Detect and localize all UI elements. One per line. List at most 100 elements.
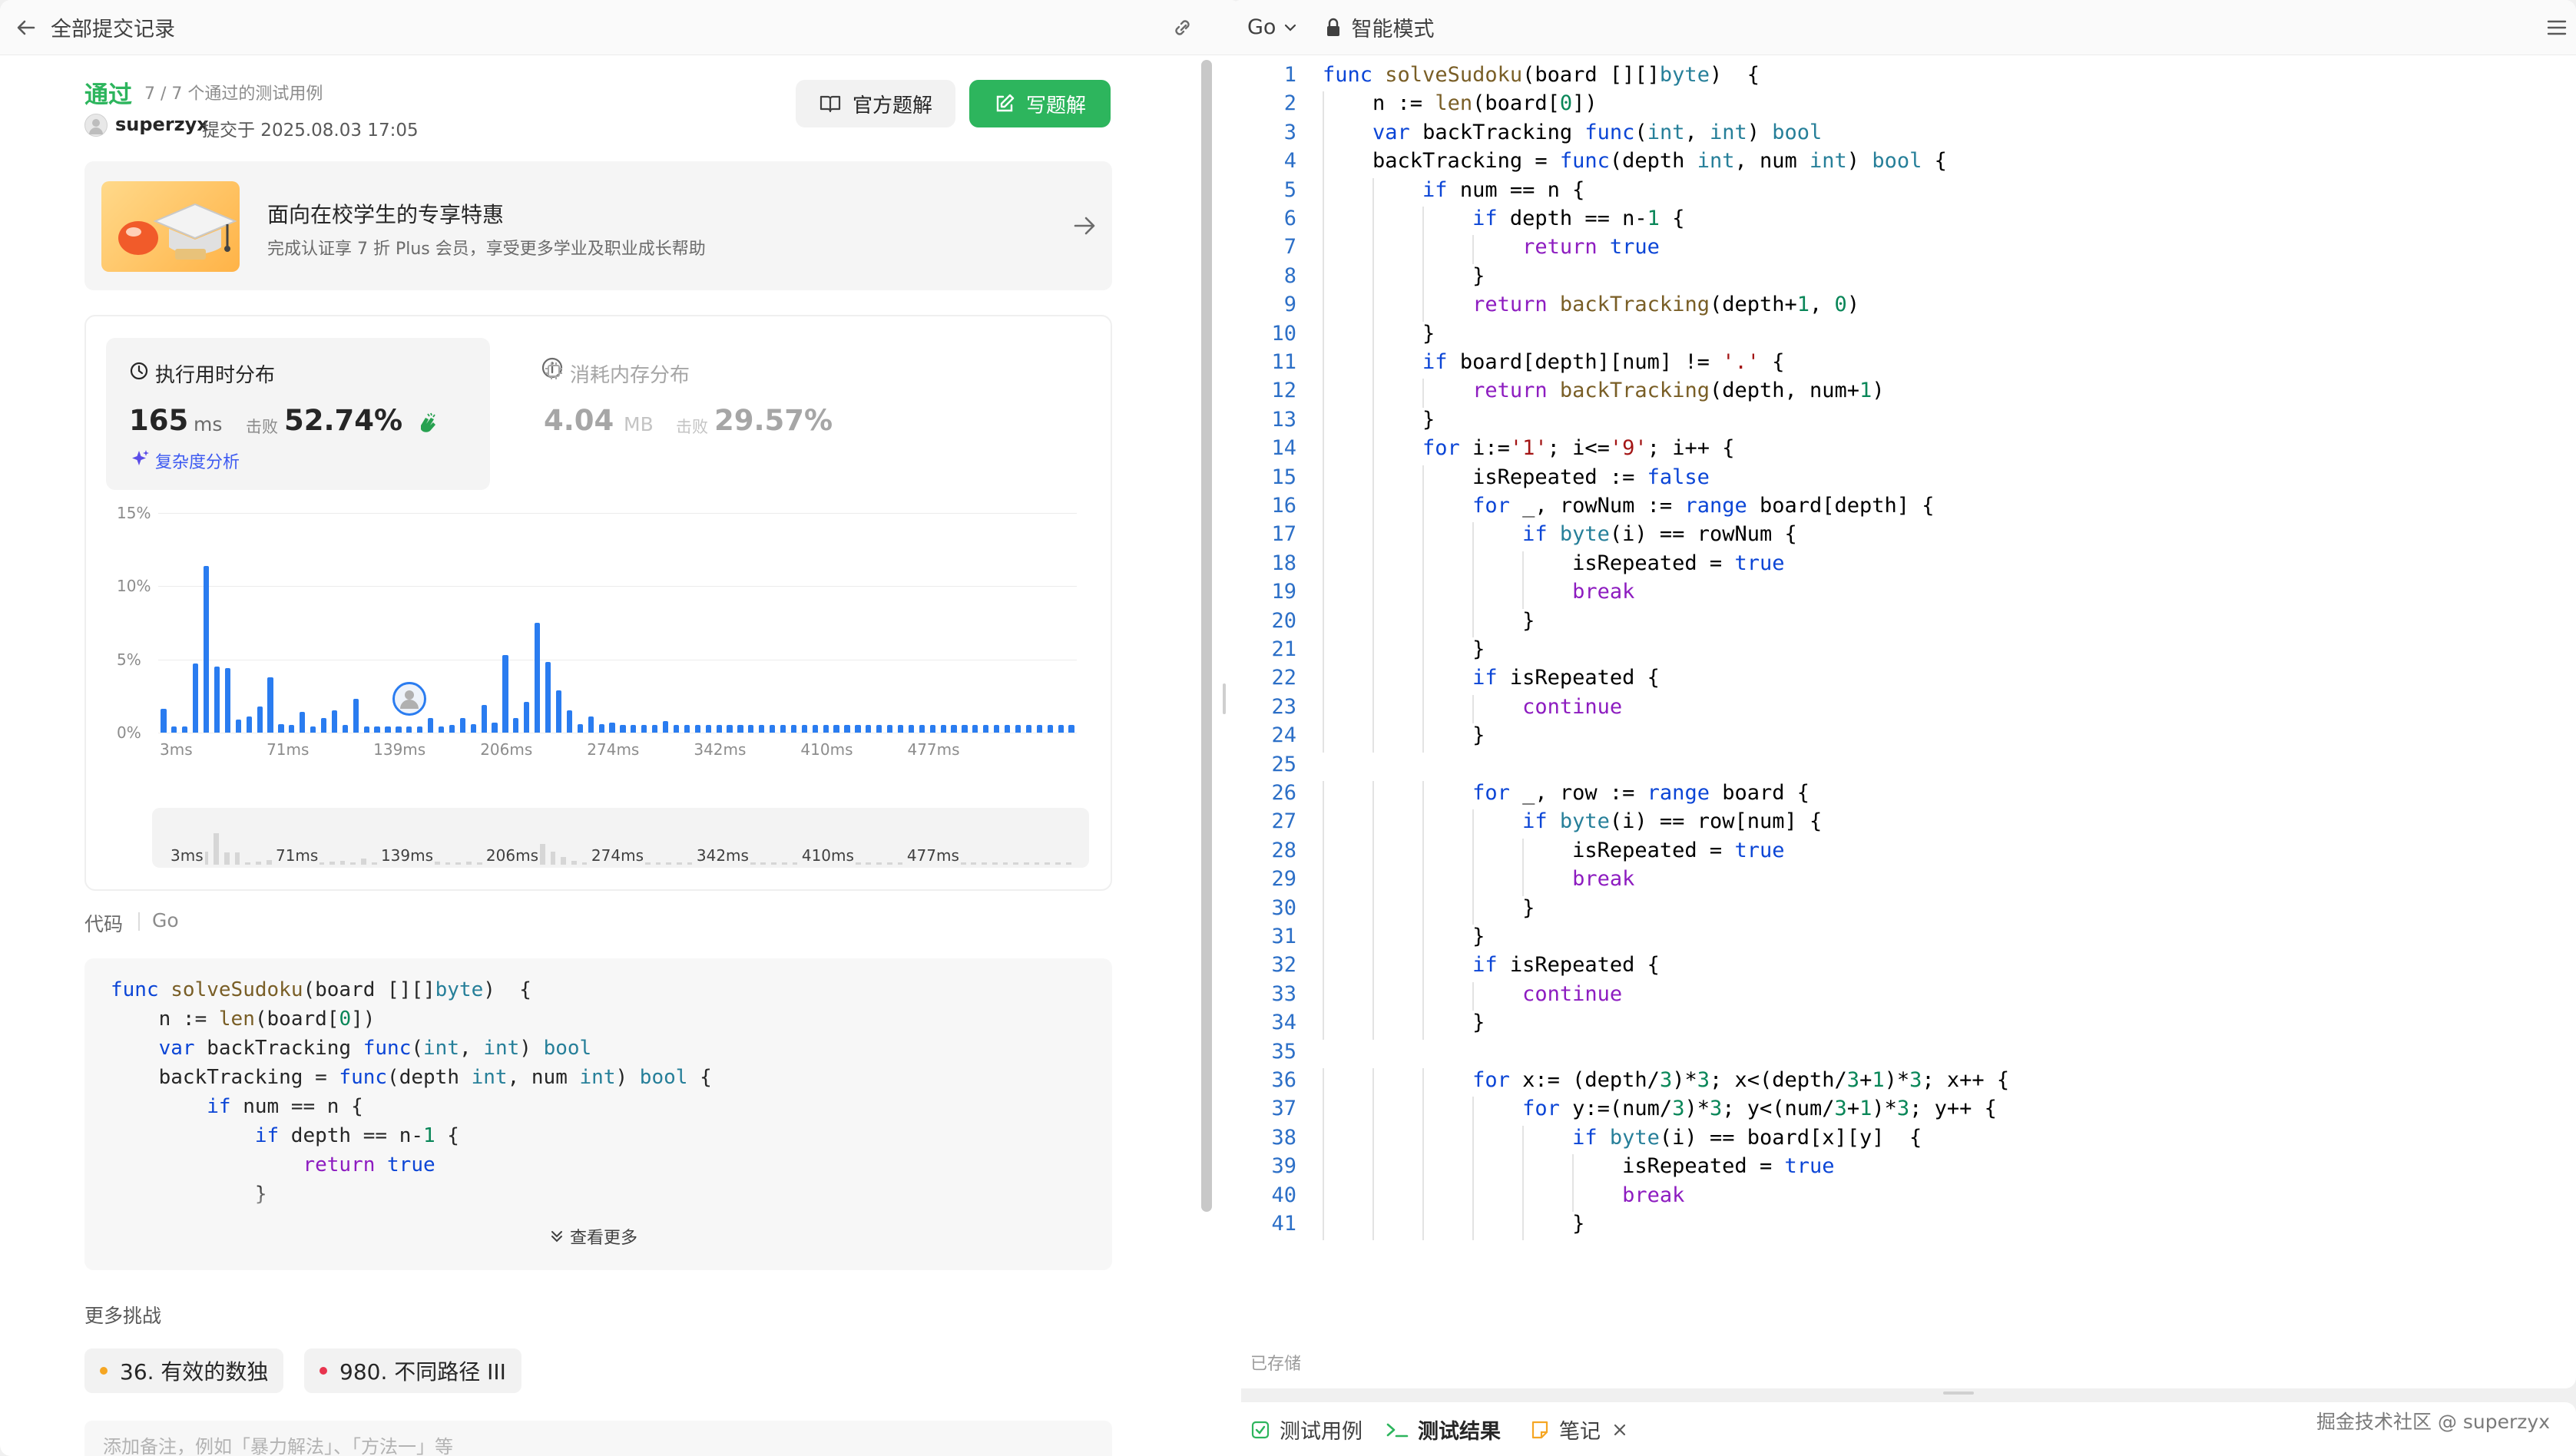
runtime-bar[interactable] (919, 725, 925, 733)
tab-test-cases[interactable]: 测试用例 (1250, 1415, 1362, 1444)
runtime-bar[interactable] (363, 726, 369, 733)
runtime-bar[interactable] (716, 725, 722, 733)
code-line[interactable]: } (1323, 1011, 1485, 1034)
runtime-bar[interactable] (855, 725, 861, 733)
runtime-bar[interactable] (1015, 725, 1021, 733)
runtime-bar[interactable] (320, 717, 327, 733)
code-line[interactable]: return backTracking(depth, num+1) (1323, 379, 1885, 402)
code-line[interactable]: } (1323, 264, 1485, 288)
runtime-bar[interactable] (823, 725, 829, 733)
code-line[interactable]: } (1323, 637, 1485, 661)
tab-notes[interactable]: 笔记 (1530, 1415, 1628, 1444)
runtime-bar[interactable] (1047, 725, 1053, 733)
runtime-bar[interactable] (502, 654, 508, 733)
close-icon[interactable] (1611, 1421, 1628, 1438)
code-line[interactable]: } (1323, 322, 1435, 346)
runtime-bar[interactable] (535, 623, 541, 733)
runtime-bar[interactable] (470, 723, 476, 733)
runtime-bar[interactable] (770, 725, 776, 733)
runtime-bar[interactable] (203, 565, 210, 733)
runtime-bar[interactable] (662, 720, 669, 733)
runtime-bar[interactable] (428, 717, 434, 733)
runtime-bar[interactable] (673, 725, 680, 733)
runtime-bar[interactable] (983, 725, 989, 733)
runtime-bar[interactable] (555, 690, 562, 733)
runtime-bar[interactable] (342, 725, 348, 733)
challenge-chip-2[interactable]: 980. 不同路径 III (304, 1348, 521, 1393)
code-line[interactable]: n := len(board[0]) (1323, 91, 1598, 115)
runtime-bar[interactable] (790, 725, 797, 733)
back-arrow-icon[interactable] (15, 16, 38, 39)
runtime-bar[interactable] (235, 719, 241, 733)
code-line[interactable]: } (1323, 925, 1485, 948)
runtime-bar[interactable] (801, 725, 807, 733)
runtime-bar[interactable] (331, 710, 338, 733)
memory-tab[interactable]: 消耗内存分布 4.04 MB 击败 29.57% (521, 338, 905, 490)
runtime-bar[interactable] (866, 725, 872, 733)
runtime-bar[interactable] (300, 712, 306, 733)
runtime-bar[interactable] (481, 704, 487, 733)
runtime-bar[interactable] (1004, 725, 1011, 733)
arrow-right-icon[interactable] (1071, 212, 1098, 243)
runtime-bar[interactable] (994, 725, 1000, 733)
code-line[interactable]: } (1323, 408, 1435, 432)
runtime-bar[interactable] (598, 723, 604, 733)
runtime-bar[interactable] (876, 725, 882, 733)
challenge-chip-1[interactable]: 36. 有效的数独 (84, 1348, 284, 1393)
runtime-bar[interactable] (844, 725, 850, 733)
runtime-bar[interactable] (257, 706, 263, 733)
code-line[interactable]: break (1323, 1183, 1684, 1207)
panel-splitter[interactable] (1223, 683, 1226, 714)
code-line[interactable]: } (1323, 609, 1535, 633)
tab-test-results[interactable]: 测试结果 (1386, 1415, 1501, 1444)
runtime-bar[interactable] (182, 726, 188, 733)
runtime-bar[interactable] (161, 709, 167, 733)
code-line[interactable]: backTracking = func(depth int, num int) … (1323, 149, 1947, 173)
link-icon[interactable] (1170, 15, 1197, 43)
code-line[interactable]: if byte(i) == board[x][y] { (1323, 1126, 1922, 1150)
runtime-bar[interactable] (812, 725, 818, 733)
runtime-bar[interactable] (1025, 725, 1032, 733)
runtime-bar[interactable] (1068, 725, 1074, 733)
menu-icon[interactable] (2545, 17, 2568, 41)
runtime-bar[interactable] (171, 726, 177, 733)
code-line[interactable]: if board[depth][num] != '.' { (1323, 350, 1784, 374)
runtime-bar[interactable] (353, 699, 359, 733)
back-to-submissions[interactable]: 全部提交记录 (51, 12, 175, 42)
code-line[interactable]: if byte(i) == rowNum { (1323, 522, 1797, 546)
runtime-bar[interactable] (727, 725, 733, 733)
runtime-bar[interactable] (224, 668, 230, 733)
code-editor[interactable]: 1 func solveSudoku(board [][]byte) {2 n :… (1230, 55, 2576, 1330)
code-line[interactable]: isRepeated = true (1323, 839, 1784, 862)
runtime-bar[interactable] (908, 725, 915, 733)
runtime-bar[interactable] (566, 710, 573, 733)
code-line[interactable]: break (1323, 867, 1634, 891)
runtime-bar[interactable] (748, 725, 754, 733)
runtime-bar[interactable] (385, 726, 391, 733)
note-input[interactable]: 添加备注，例如「暴力解法」、「方法一」等 (84, 1421, 1112, 1456)
runtime-bar[interactable] (577, 723, 583, 733)
runtime-bar[interactable] (897, 725, 904, 733)
runtime-bar[interactable] (278, 723, 284, 733)
code-line[interactable]: } (1323, 1212, 1584, 1236)
code-line[interactable]: for _, row := range board { (1323, 781, 1809, 805)
runtime-bar[interactable] (310, 726, 316, 733)
runtime-bar[interactable] (951, 725, 957, 733)
code-line[interactable]: break (1323, 580, 1634, 604)
code-line[interactable]: isRepeated = true (1323, 1154, 1834, 1178)
code-line[interactable]: if num == n { (1323, 178, 1584, 202)
runtime-bar[interactable] (759, 725, 765, 733)
runtime-bar[interactable] (620, 725, 626, 733)
code-line[interactable]: if byte(i) == row[num] { (1323, 809, 1822, 833)
code-line[interactable]: if depth == n-1 { (1323, 207, 1684, 230)
expand-more[interactable]: 查看更多 (548, 1224, 637, 1249)
official-solution-button[interactable]: 官方题解 (796, 80, 955, 127)
your-submission-marker[interactable] (392, 682, 426, 716)
left-scrollbar[interactable] (1201, 60, 1212, 1212)
console-resize-handle[interactable] (1943, 1391, 1974, 1395)
runtime-bar[interactable] (962, 725, 968, 733)
runtime-bar[interactable] (887, 725, 893, 733)
runtime-bar[interactable] (513, 717, 519, 733)
runtime-bar[interactable] (545, 662, 551, 733)
code-line[interactable]: return backTracking(depth+1, 0) (1323, 293, 1859, 316)
